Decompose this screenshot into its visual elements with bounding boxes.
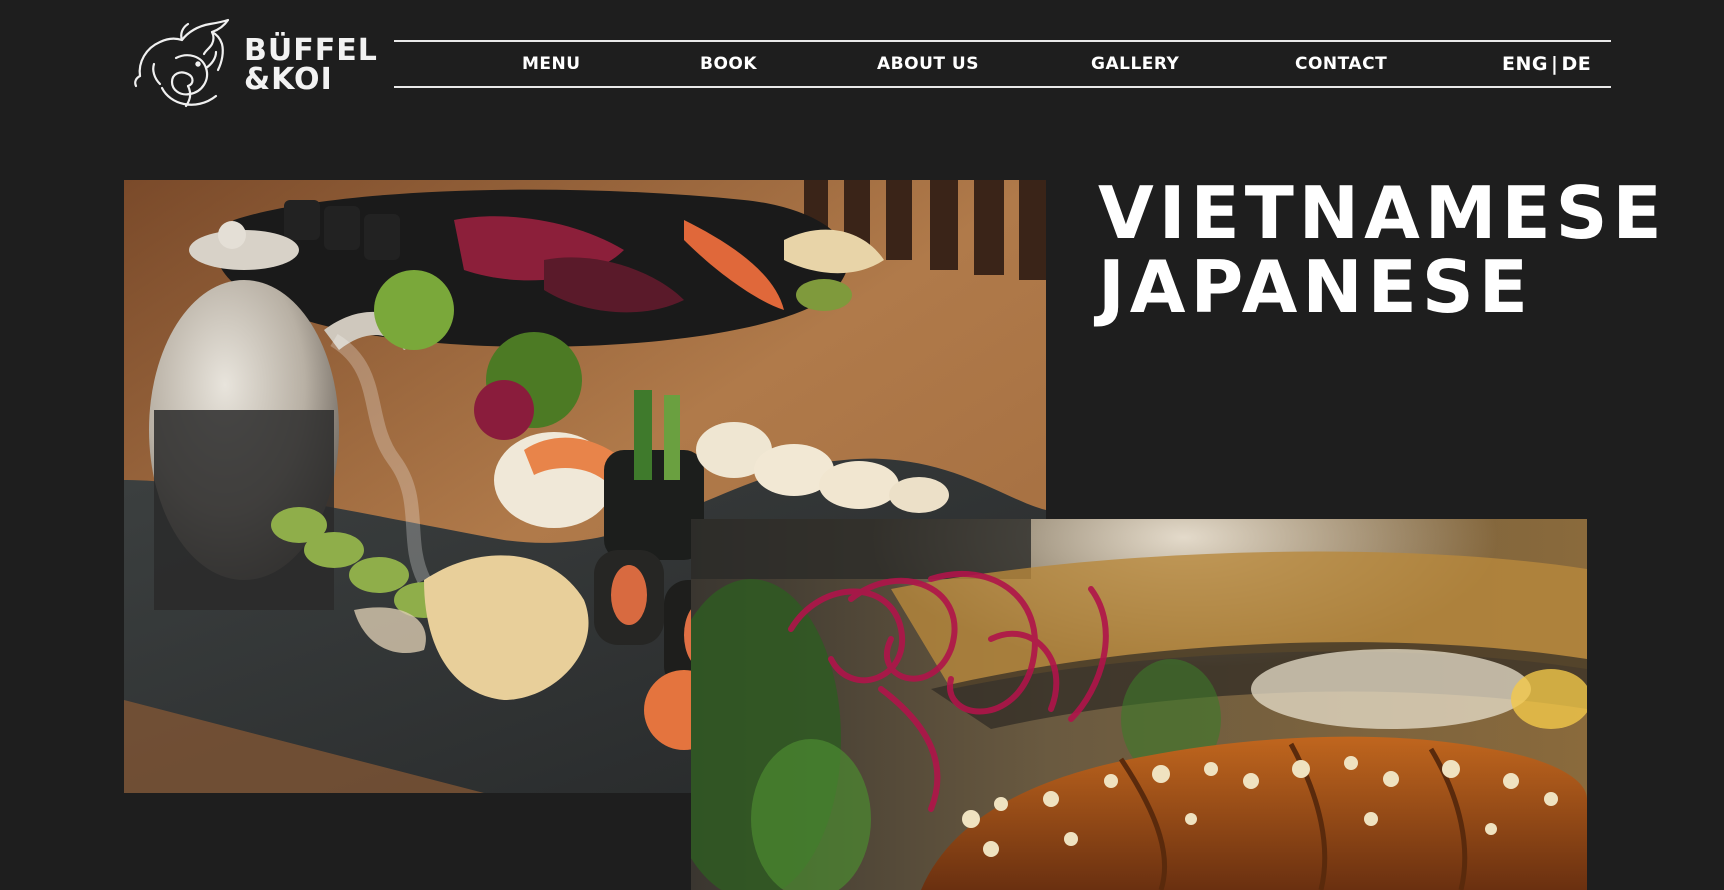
glazed-dish-photo [691, 519, 1587, 890]
nav-item-contact[interactable]: CONTACT [1295, 42, 1387, 86]
brand-name-line2: &KOI [244, 62, 333, 97]
brand-logo[interactable]: BÜFFEL &KOI [132, 18, 378, 108]
language-eng-link[interactable]: ENG [1502, 53, 1548, 75]
language-switcher: ENG | DE [1502, 42, 1591, 86]
hero-headline-line2: JAPANESE [1098, 245, 1533, 329]
main-navigation: MENU BOOK ABOUT US GALLERY CONTACT ENG | D… [394, 40, 1611, 88]
brand-name-line1: BÜFFEL [244, 33, 378, 68]
nav-item-gallery[interactable]: GALLERY [1091, 42, 1179, 86]
nav-item-about-us[interactable]: ABOUT US [877, 42, 979, 86]
nav-item-book[interactable]: BOOK [700, 42, 757, 86]
nav-item-menu[interactable]: MENU [522, 42, 581, 86]
language-de-link[interactable]: DE [1561, 53, 1591, 75]
brand-name: BÜFFEL &KOI [244, 33, 378, 97]
bull-and-koi-icon [134, 18, 230, 108]
language-separator: | [1550, 53, 1559, 75]
hero-headline: VIETNAMESE JAPANESE [1098, 176, 1667, 324]
hero-headline-line1: VIETNAMESE [1098, 171, 1667, 255]
